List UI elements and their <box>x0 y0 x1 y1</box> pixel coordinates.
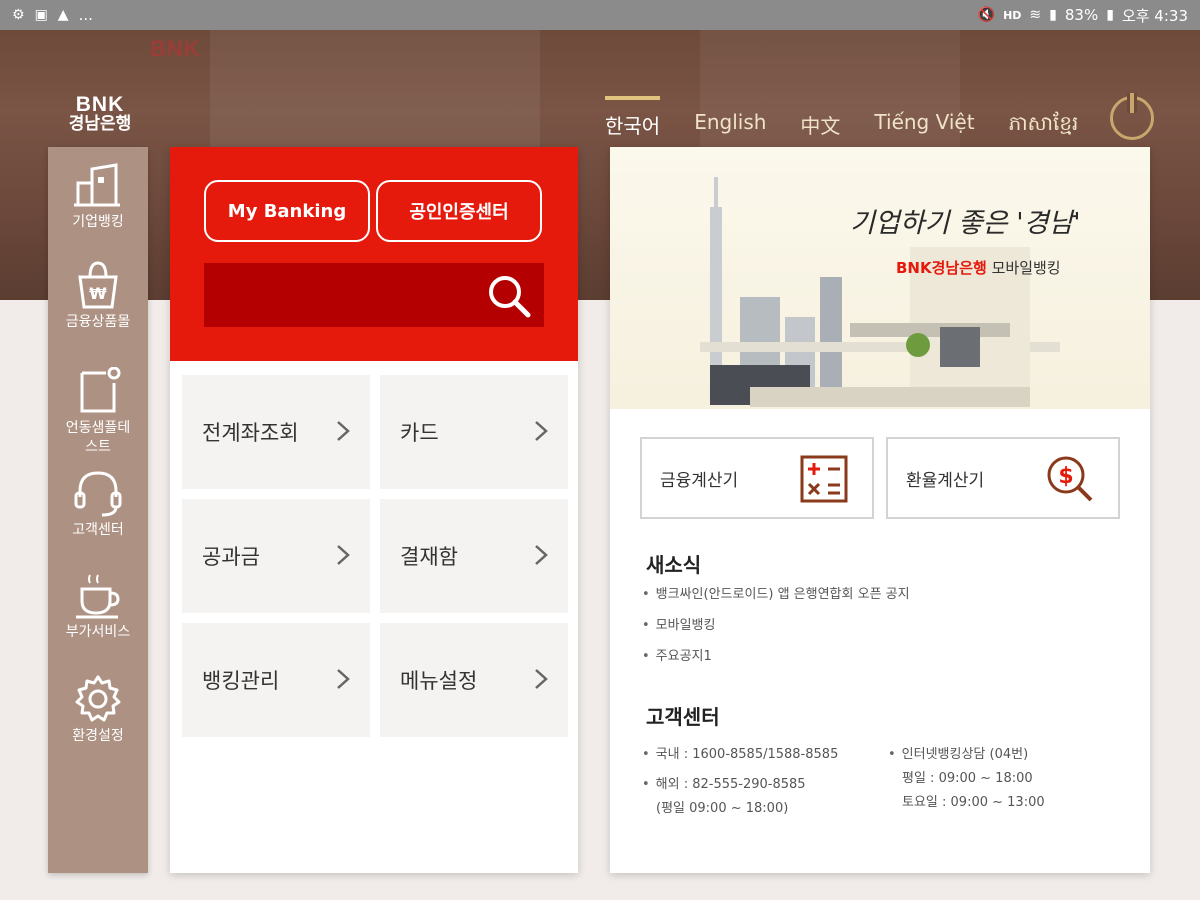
battery-icon: ▮ <box>1106 7 1114 23</box>
coffee-cup-icon <box>76 574 120 619</box>
sidebar-item-settings[interactable]: 환경설정 <box>48 675 148 746</box>
status-right: 🔇 HD ≋ ▮ 83% ▮ 오후 4:33 <box>978 5 1188 26</box>
chevron-right-icon <box>337 669 350 689</box>
sidebar-item-sample-test[interactable]: 언동샘플테스트 <box>48 367 148 457</box>
headset-icon <box>74 471 122 517</box>
menu-label: 카드 <box>400 421 439 445</box>
news-list: 뱅크싸인(안드로이드) 앱 은행연합회 오픈 공지 모바일뱅킹 주요공지1 <box>642 583 910 676</box>
menu-approvals[interactable]: 결재함 <box>380 499 568 613</box>
menu-label: 결재함 <box>400 545 458 569</box>
overseas-hours: (평일 09:00 ~ 18:00) <box>656 801 789 817</box>
chevron-right-icon <box>535 421 548 441</box>
status-bar: ⚙ ▣ ▲ ... 🔇 HD ≋ ▮ 83% ▮ 오후 4:33 <box>0 0 1200 30</box>
sidebar-item-label: 금융상품몰 <box>65 314 131 330</box>
sidebar-item-label: 언동샘플테스트 <box>65 420 131 455</box>
image-icon: ▣ <box>34 7 48 23</box>
menu-utility-bills[interactable]: 공과금 <box>182 499 370 613</box>
chevron-right-icon <box>535 669 548 689</box>
calc-label: 금융계산기 <box>660 470 739 491</box>
calculator-icon <box>800 455 848 503</box>
chevron-right-icon <box>337 545 350 565</box>
tab-chinese[interactable]: 中文 <box>800 110 840 140</box>
tab-vietnamese[interactable]: Tiếng Việt <box>874 110 974 140</box>
menu-label: 메뉴설정 <box>400 669 478 693</box>
sidebar-item-label: 고객센터 <box>72 522 124 538</box>
menu-settings[interactable]: 메뉴설정 <box>380 623 568 737</box>
logo-bank-name: 경남은행 <box>68 114 132 135</box>
sidebar: 기업뱅킹 ₩ 금융상품몰 언동샘플테스트 고객센터 부가서비스 환경설정 <box>48 147 148 873</box>
signal-icon: ▮ <box>1049 7 1057 23</box>
tab-korean[interactable]: 한국어 <box>605 96 661 140</box>
overflow-indicator: ... <box>78 6 93 24</box>
mute-icon: 🔇 <box>977 7 996 23</box>
banner-subtitle: BNK경남은행 모바일뱅킹 <box>896 257 1061 278</box>
banner-sub-text: 모바일뱅킹 <box>991 259 1061 277</box>
news-item[interactable]: 뱅크싸인(안드로이드) 앱 은행연합회 오픈 공지 <box>642 583 910 602</box>
promo-banner[interactable]: 기업하기 좋은 '경남' BNK경남은행 모바일뱅킹 <box>610 147 1150 409</box>
chevron-right-icon <box>337 421 350 441</box>
hero-background-sign: BNK <box>150 36 201 61</box>
menu-label: 공과금 <box>202 545 260 569</box>
building-icon <box>74 163 120 207</box>
my-banking-button[interactable]: My Banking <box>204 180 370 242</box>
sidebar-item-customer-center[interactable]: 고객센터 <box>48 469 148 540</box>
battery-level: 83% <box>1064 6 1099 24</box>
menu-banking-management[interactable]: 뱅킹관리 <box>182 623 370 737</box>
currency-search-icon: $ <box>1047 456 1093 502</box>
certificate-center-button[interactable]: 공인인증센터 <box>376 180 542 242</box>
sidebar-item-label: 부가서비스 <box>65 624 131 640</box>
sidebar-item-label: 환경설정 <box>72 728 124 744</box>
gear-icon <box>75 675 121 722</box>
logo-brand: BNK <box>75 93 125 116</box>
menu-card[interactable]: 카드 <box>380 375 568 489</box>
wifi-icon: ≋ <box>1029 7 1042 23</box>
search-icon[interactable] <box>486 273 532 319</box>
status-left: ⚙ ▣ ▲ ... <box>12 6 93 24</box>
news-title: 새소식 <box>646 553 702 577</box>
domestic-phone[interactable]: 국내 : 1600-8585/1588-8585 <box>642 743 839 767</box>
svg-text:$: $ <box>1058 464 1073 489</box>
exchange-calculator-button[interactable]: 환율계산기 $ <box>886 437 1120 519</box>
saturday-hours: 토요일 : 09:00 ~ 13:00 <box>902 795 1045 811</box>
customer-center-title: 고객센터 <box>646 705 720 729</box>
note-icon <box>80 367 121 413</box>
sidebar-item-corporate-banking[interactable]: 기업뱅킹 <box>48 161 148 232</box>
sidebar-item-extra-services[interactable]: 부가서비스 <box>48 571 148 642</box>
sidebar-item-label: 기업뱅킹 <box>72 214 124 230</box>
menu-label: 전계좌조회 <box>202 421 299 445</box>
banner-title: 기업하기 좋은 '경남' <box>850 208 1081 239</box>
customer-center-phones: 국내 : 1600-8585/1588-8585 해외 : 82-555-290… <box>642 743 839 821</box>
news-item[interactable]: 모바일뱅킹 <box>642 614 910 633</box>
main-menu-panel: My Banking 공인인증센터 전계좌조회 카드 공과금 결재함 뱅킹관리 <box>170 147 578 873</box>
quick-access-header: My Banking 공인인증센터 <box>170 147 578 361</box>
power-icon[interactable] <box>1110 93 1154 140</box>
office-skyline-image <box>700 177 1060 407</box>
menu-label: 뱅킹관리 <box>202 669 280 693</box>
internet-banking-consult: 인터넷뱅킹상담 (04번) <box>888 743 1045 767</box>
search-bar[interactable] <box>204 263 544 327</box>
sidebar-item-financial-mall[interactable]: ₩ 금융상품몰 <box>48 261 148 332</box>
shopping-bag-won-icon: ₩ <box>78 261 118 309</box>
tab-english[interactable]: English <box>694 110 766 140</box>
clock: 오후 4:33 <box>1121 6 1188 25</box>
warning-icon: ▲ <box>57 7 69 23</box>
chevron-right-icon <box>535 545 548 565</box>
network-label: HD <box>1003 8 1022 22</box>
news-item[interactable]: 주요공지1 <box>642 645 910 664</box>
weekday-hours: 평일 : 09:00 ~ 18:00 <box>902 771 1033 787</box>
bank-logo[interactable]: BNK 경남은행 <box>60 93 140 135</box>
customer-center-hours: 인터넷뱅킹상담 (04번) 평일 : 09:00 ~ 18:00 토요일 : 0… <box>888 743 1045 815</box>
settings-icon: ⚙ <box>12 7 25 23</box>
banner-brand: BNK경남은행 <box>896 259 987 277</box>
info-panel: 기업하기 좋은 '경남' BNK경남은행 모바일뱅킹 금융계산기 환율계산기 $… <box>610 147 1150 873</box>
svg-text:₩: ₩ <box>89 284 107 303</box>
menu-all-accounts[interactable]: 전계좌조회 <box>182 375 370 489</box>
financial-calculator-button[interactable]: 금융계산기 <box>640 437 874 519</box>
overseas-phone[interactable]: 해외 : 82-555-290-8585 <box>642 773 838 797</box>
calc-label: 환율계산기 <box>906 470 985 491</box>
tab-khmer[interactable]: ភាសាខ្មែរ <box>1009 110 1079 140</box>
language-tabs: 한국어 English 中文 Tiếng Việt ភាសាខ្មែរ <box>605 96 1112 140</box>
